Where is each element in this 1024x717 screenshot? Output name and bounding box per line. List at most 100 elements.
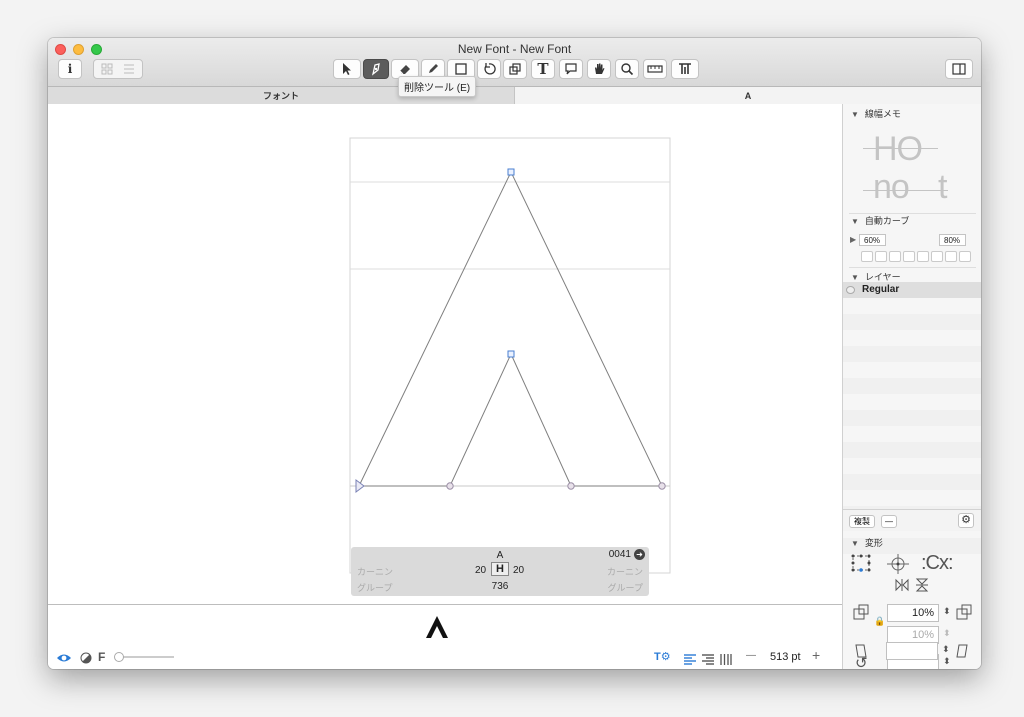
transform-title: 変形 (864, 538, 883, 548)
node-right (658, 482, 666, 490)
justify-icon[interactable] (720, 652, 732, 669)
glyph-info-panel: A 0041 ➜ カーニン カーニン 20 H 20 グループ 736 グループ (351, 547, 649, 596)
curve-slot[interactable] (917, 251, 929, 262)
select-tool-icon (340, 62, 354, 76)
left-kerning-label[interactable]: カーニン (357, 565, 393, 578)
zoom-out-button[interactable]: — (746, 650, 756, 661)
preview-size-slider[interactable] (114, 652, 174, 662)
annotation-tool-button[interactable] (559, 59, 583, 79)
node-inner-top (507, 350, 515, 358)
auto-curve-right-field[interactable]: 80% (939, 234, 966, 246)
curve-slot[interactable] (959, 251, 971, 262)
eye-icon[interactable] (56, 651, 72, 669)
scale-stepper[interactable]: ⬍ (943, 606, 951, 617)
curve-slot[interactable] (889, 251, 901, 262)
annotation-tool-icon (564, 62, 578, 76)
scale-field[interactable]: 10% (887, 604, 939, 622)
text-options-icon[interactable]: T⚙ (654, 650, 671, 663)
zoom-level[interactable]: 513 pt (770, 651, 801, 663)
contrast-icon[interactable] (80, 651, 92, 669)
divider (849, 267, 976, 268)
glyph-unicode-value: 0041 (608, 549, 631, 560)
metrics-link-icon[interactable]: H (491, 562, 509, 576)
curve-slot[interactable] (875, 251, 887, 262)
layer-empty-row (843, 410, 981, 426)
measure-tool-button[interactable] (643, 59, 667, 79)
glyph-outline[interactable] (48, 104, 842, 604)
list-view-icon[interactable] (123, 63, 135, 75)
auto-curve-left-field[interactable]: 60% (859, 234, 886, 246)
lock-icon[interactable]: 🔒 (874, 616, 885, 627)
transform-header[interactable]: ▼ 変形 (851, 536, 883, 549)
curve-slot[interactable] (931, 251, 943, 262)
edit-canvas[interactable]: A 0041 ➜ カーニン カーニン 20 H 20 グループ 736 グループ (48, 104, 842, 604)
sidebar-toggle-button[interactable] (945, 59, 973, 79)
right-sidebar: ▼線幅メモ HO no t ▼自動カーブ ▶ 60% 80% ▼レイヤー (842, 104, 981, 669)
slant-field[interactable] (886, 642, 938, 660)
rotate-tool-button[interactable] (477, 59, 501, 79)
layer-visibility-icon[interactable] (846, 286, 855, 294)
zoom-tool-button[interactable] (615, 59, 639, 79)
app-window: New Font - New Font i T 削除ツール (E) フォント A… (48, 38, 981, 669)
stem-line-1 (863, 148, 938, 149)
hand-tool-button[interactable] (587, 59, 611, 79)
remove-layer-button[interactable]: — (881, 515, 897, 528)
tool-tooltip: 削除ツール (E) (398, 76, 477, 97)
scale-tool-icon (508, 62, 522, 76)
curve-slot[interactable] (945, 251, 957, 262)
stem-memo-header[interactable]: ▼ 線幅メモ (851, 107, 901, 120)
fill-toggle[interactable]: F (98, 650, 105, 664)
text-tool-button[interactable]: T (531, 59, 555, 79)
align-right-icon[interactable] (702, 652, 714, 669)
info-button[interactable]: i (58, 59, 82, 79)
layer-row-regular[interactable]: Regular (843, 282, 981, 298)
node-start (355, 479, 365, 493)
curve-slot[interactable] (903, 251, 915, 262)
tab-glyph-a[interactable]: A (515, 87, 981, 104)
crosshair-icon[interactable] (887, 554, 909, 579)
transform-origin-icon[interactable]: :Cx: (921, 552, 954, 575)
grid-view-icon[interactable] (101, 63, 113, 75)
align-left-icon[interactable] (684, 652, 696, 669)
metrics-tool-button[interactable] (671, 59, 699, 79)
scale-down-icon[interactable] (853, 604, 869, 625)
gear-icon[interactable]: ⚙ (958, 513, 974, 528)
zoom-tool-icon (620, 62, 634, 76)
scale-tool-button[interactable] (503, 59, 527, 79)
preview-glyph (426, 615, 448, 644)
auto-curve-header[interactable]: ▼ 自動カーブ (851, 214, 909, 227)
layers-title: レイヤー (864, 272, 901, 282)
layer-empty-row (843, 442, 981, 458)
zoom-in-button[interactable]: + (812, 647, 820, 663)
node-tool-icon (369, 62, 383, 76)
flip-vertical-icon[interactable] (915, 578, 929, 597)
curve-slot[interactable] (861, 251, 873, 262)
stem-sample-t: t (938, 168, 948, 206)
title-bar: New Font - New Font i T (48, 38, 981, 87)
scale-up-icon[interactable] (956, 604, 972, 625)
layer-empty-row (843, 346, 981, 362)
slider-thumb[interactable] (114, 652, 124, 662)
node-tool-button[interactable] (363, 59, 389, 79)
preview-area: A F T⚙ — 513 pt + (48, 604, 842, 669)
select-tool-button[interactable] (333, 59, 361, 79)
flip-horizontal-icon[interactable] (895, 578, 909, 597)
glyph-width[interactable]: 736 (351, 581, 649, 592)
arrow-circle-icon[interactable]: ➜ (634, 549, 645, 560)
stem-line-2 (863, 190, 948, 191)
align-grid-icon[interactable] (851, 554, 873, 579)
metrics-tool-icon (677, 62, 693, 76)
pencil-tool-icon (426, 62, 440, 76)
view-mode-segment[interactable] (93, 59, 143, 79)
copy-layer-button[interactable]: 複製 (849, 515, 875, 528)
slant-stepper[interactable]: ⬍ (942, 644, 950, 655)
slant-right-icon[interactable] (955, 644, 969, 663)
glyph-path (358, 170, 663, 487)
right-group-label[interactable]: グループ (608, 581, 643, 594)
layer-empty-row (843, 378, 981, 394)
auto-curve-expand-icon[interactable]: ▶ (850, 235, 856, 244)
lsb-value[interactable]: 20 (475, 565, 486, 576)
right-kerning-label[interactable]: カーニン (607, 565, 643, 578)
slant-left-icon[interactable] (854, 644, 868, 663)
rsb-value[interactable]: 20 (513, 565, 524, 576)
